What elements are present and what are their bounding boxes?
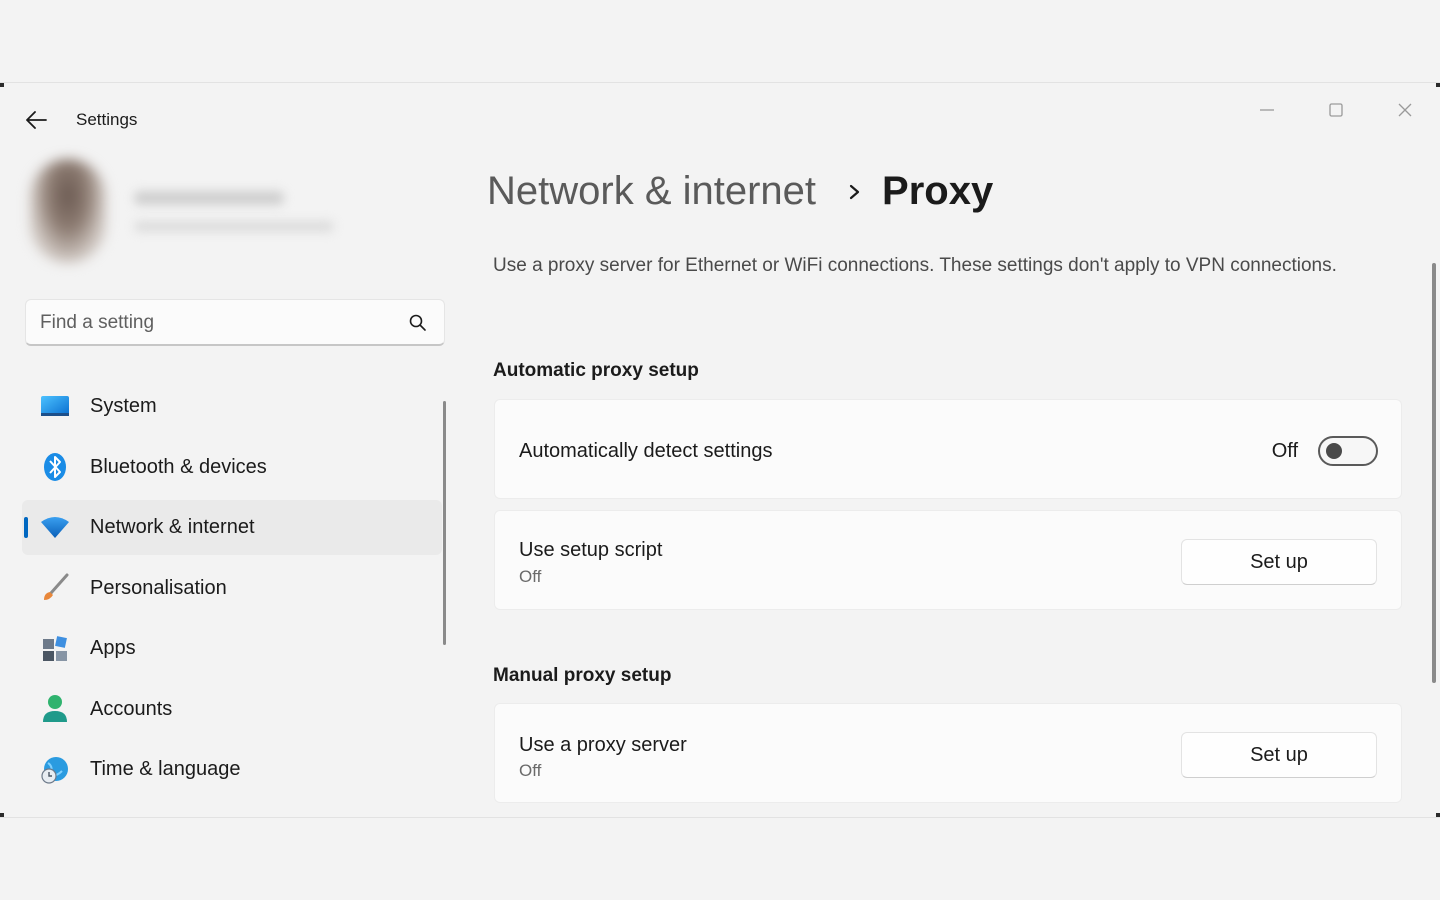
search-icon[interactable] (408, 313, 428, 333)
app-title: Settings (76, 110, 138, 129)
sidebar-nav: System Bluetooth & devices Network & int… (22, 379, 442, 803)
detect-settings-title: Automatically detect settings (519, 440, 773, 462)
proxy-server-title: Use a proxy server (519, 734, 687, 756)
minimize-icon (1260, 109, 1274, 111)
breadcrumb: Network & internet Proxy (487, 169, 993, 214)
search-box[interactable] (25, 299, 445, 346)
main-scrollbar[interactable] (1432, 263, 1436, 683)
sidebar-item-accounts[interactable]: Accounts (22, 682, 442, 737)
minimize-button[interactable] (1244, 95, 1290, 125)
wifi-icon (40, 513, 70, 543)
detect-settings-card: Automatically detect settings Off (494, 399, 1402, 499)
detect-settings-toggle[interactable] (1318, 436, 1378, 466)
user-name-blurred (134, 191, 284, 205)
window-corner (0, 83, 4, 87)
toggle-state-label: Off (1271, 440, 1298, 462)
maximize-button[interactable] (1313, 95, 1359, 125)
proxy-server-setup-button[interactable]: Set up (1181, 732, 1377, 778)
page-description: Use a proxy server for Ethernet or WiFi … (493, 255, 1337, 276)
paintbrush-icon (40, 573, 70, 603)
selected-indicator (24, 517, 28, 538)
search-input[interactable] (40, 308, 400, 338)
chevron-right-icon (849, 184, 860, 199)
sidebar-item-label: Apps (90, 637, 136, 659)
close-icon (1398, 103, 1412, 117)
bluetooth-icon (40, 452, 70, 482)
setup-script-status: Off (519, 567, 542, 586)
sidebar-item-label: Personalisation (90, 576, 227, 599)
person-icon (40, 694, 70, 724)
user-email-blurred (134, 221, 334, 232)
sidebar-item-label: Time & language (90, 758, 241, 780)
sidebar-item-label: Network & internet (90, 516, 255, 538)
monitor-icon (40, 392, 70, 422)
maximize-icon (1329, 103, 1343, 117)
back-arrow-icon (26, 111, 47, 129)
sidebar-item-apps[interactable]: Apps (22, 621, 442, 676)
sidebar-item-label: Accounts (90, 697, 173, 720)
sidebar-item-label: System (90, 395, 157, 417)
globe-clock-icon (40, 755, 70, 785)
breadcrumb-parent-link[interactable]: Network & internet (487, 169, 816, 214)
sidebar-item-bluetooth[interactable]: Bluetooth & devices (22, 440, 442, 495)
sidebar-item-time-language[interactable]: Time & language (22, 742, 442, 797)
apps-icon (40, 634, 70, 664)
window-corner (1436, 83, 1440, 87)
sidebar-scrollbar[interactable] (443, 401, 446, 645)
window-corner (1436, 813, 1440, 817)
sidebar-item-personalisation[interactable]: Personalisation (22, 561, 442, 616)
toggle-knob (1326, 443, 1342, 459)
avatar[interactable] (30, 159, 106, 263)
sidebar-item-network[interactable]: Network & internet (22, 500, 442, 555)
page-title: Proxy (882, 169, 994, 213)
settings-window: Settings System (0, 82, 1440, 818)
section-title-automatic: Automatic proxy setup (493, 360, 699, 381)
section-title-manual: Manual proxy setup (493, 665, 672, 686)
sidebar-item-label: Bluetooth & devices (90, 455, 267, 478)
sidebar-item-system[interactable]: System (22, 379, 442, 434)
setup-script-card: Use setup script Off Set up (494, 510, 1402, 610)
close-button[interactable] (1382, 95, 1428, 125)
setup-script-title: Use setup script (519, 539, 663, 561)
proxy-server-status: Off (519, 761, 542, 780)
proxy-server-card: Use a proxy server Off Set up (494, 703, 1402, 803)
back-button[interactable] (24, 109, 48, 131)
window-corner (0, 813, 4, 817)
setup-script-setup-button[interactable]: Set up (1181, 539, 1377, 585)
